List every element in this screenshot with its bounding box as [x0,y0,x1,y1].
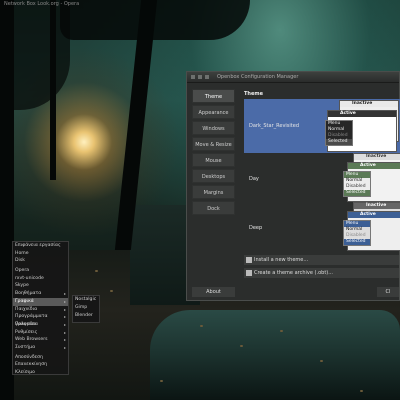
theme-name: Day [249,176,259,182]
menu-item-label: Γραφικά [15,298,34,304]
preview-menu-selected: Selected [344,190,370,196]
sidebar-item-move-resize[interactable]: Move & Resize [192,137,235,151]
submenu-arrow-icon: ▸ [63,291,66,297]
menu-item-games[interactable]: Παιχνίδια ▸ [13,306,68,314]
menu-item-accessories[interactable]: Βοηθήματα ▸ [13,290,68,298]
sidebar-item-mouse[interactable]: Mouse [192,153,235,167]
preview-menu-selected: Selected [344,239,370,245]
submenu-arrow-icon: ▸ [63,344,66,350]
submenu-arrow-icon: ▸ [63,337,66,343]
root-menu: Επιφάνεια εργασίας Home Disk Opera rxvt-… [12,241,69,375]
preview-menu-selected: Selected [326,139,352,145]
preview-inactive-title: Inactive [340,101,398,107]
wallpaper-leaf [240,345,243,347]
create-archive-label: Create a theme archive (.obt)... [254,270,333,276]
menu-item-skype[interactable]: Skype [13,282,68,290]
menu-item-home[interactable]: Home [13,250,68,258]
menu-item-web-browsers[interactable]: Web Browsers ▸ [13,336,68,344]
theme-preview-menu: Menu Normal Disabled Selected [343,171,371,197]
wallpaper-car-hood [150,310,400,400]
menu-item-label: Παιχνίδια [15,306,38,312]
theme-preview-menu: Menu Normal Disabled Selected [325,120,353,146]
install-theme-button[interactable]: Install a new theme... [244,255,399,265]
sidebar-item-theme[interactable]: Theme [192,89,235,103]
menu-item-logout[interactable]: Αποσύνδεση [13,354,68,362]
settings-sidebar: Theme Appearance Windows Move & Resize M… [192,89,235,217]
menu-item-desktop[interactable]: Επιφάνεια εργασίας [13,242,68,250]
submenu-arrow-icon: ▸ [63,306,66,312]
menu-item-reboot[interactable]: Επανεκκίνηση [13,361,68,369]
sidebar-item-appearance[interactable]: Appearance [192,105,235,119]
submenu-arrow-icon: ▸ [63,321,66,327]
wallpaper-leaf [200,325,203,327]
submenu-arrow-icon: ▸ [63,298,66,304]
wallpaper-tree-branch [0,0,70,110]
archive-icon [246,270,252,276]
sidebar-item-desktops[interactable]: Desktops [192,169,235,183]
menu-item-graphics[interactable]: Γραφικά ▸ [13,297,68,306]
graphics-submenu: Nostalgic Gimp Blender [72,295,100,323]
theme-preview-menu: Menu Normal Disabled Selected [343,220,371,246]
wallpaper-leaf [160,380,163,382]
submenu-arrow-icon: ▸ [63,329,66,335]
wallpaper-tree-branch [60,0,250,40]
menu-item-rxvt-unicode[interactable]: rxvt-unicode [13,275,68,283]
window-titlebar[interactable]: Openbox Configuration Manager [187,72,399,83]
menu-item-multimedia[interactable]: Πολυμέσα ▸ [13,321,68,329]
menu-item-label: Ρυθμίσεις [15,329,38,335]
preview-active-title: Active [348,212,400,218]
preview-active-title: Active [348,163,400,169]
submenu-item-nostalgic[interactable]: Nostalgic [73,296,99,304]
window-iconify-icon[interactable] [205,75,209,79]
preview-active-title: Active [328,111,396,117]
theme-name: Deep [249,225,263,231]
window-title: Openbox Configuration Manager [217,74,299,80]
submenu-item-blender[interactable]: Blender [73,312,99,320]
install-theme-label: Install a new theme... [254,257,309,263]
menu-item-opera[interactable]: Opera [13,267,68,275]
theme-column-header: Theme [244,91,263,97]
menu-item-label: Web Browsers [15,337,48,343]
sidebar-item-margins[interactable]: Margins [192,185,235,199]
menu-item-disk[interactable]: Disk [13,257,68,265]
about-button[interactable]: About [192,287,235,297]
submenu-item-gimp[interactable]: Gimp [73,304,99,312]
window-menu-icon[interactable] [191,75,195,79]
window-shade-icon[interactable] [198,75,202,79]
menu-item-label: Βοηθήματα [15,291,42,297]
wallpaper-leaf [110,290,113,292]
submenu-arrow-icon: ▸ [63,314,66,320]
menu-item-system[interactable]: Συστήμα ▸ [13,344,68,352]
preview-inactive-title: Inactive [354,203,400,209]
browser-window-title: Network Box Look.org - Opera [4,1,80,7]
sidebar-item-dock[interactable]: Dock [192,201,235,215]
openbox-config-window: Openbox Configuration Manager Theme Appe… [186,71,400,301]
wallpaper-leaf [280,330,283,332]
create-theme-archive-button[interactable]: Create a theme archive (.obt)... [244,268,399,278]
wallpaper-leaf [95,270,98,272]
menu-item-settings[interactable]: Ρυθμίσεις ▸ [13,329,68,337]
preview-inactive-title: Inactive [354,154,400,160]
close-button[interactable]: Cl [377,287,399,297]
menu-item-label: Πολυμέσα [15,321,38,327]
menu-item-office[interactable]: Προγράμματα γραφείου ▸ [13,313,68,327]
sidebar-item-windows[interactable]: Windows [192,121,235,135]
wallpaper-leaf [360,390,363,392]
folder-icon [246,257,252,263]
theme-name: Dark_Star_Revisited [249,123,299,129]
menu-item-label: Συστήμα [15,344,36,350]
wallpaper-leaf [320,360,323,362]
menu-item-shutdown[interactable]: Κλείσιμο [13,369,68,377]
